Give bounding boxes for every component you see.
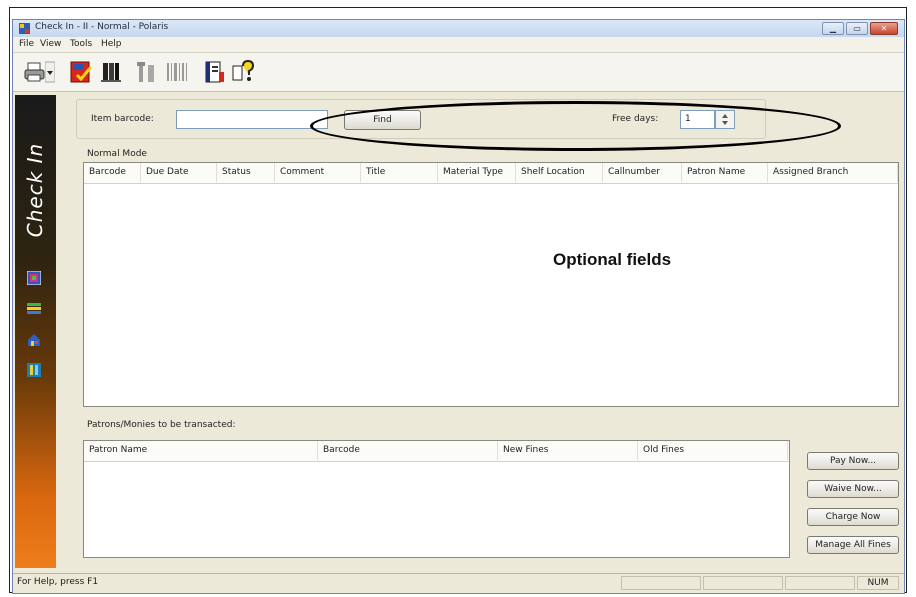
items-table-header: Barcode Due Date Status Comment Title Ma…: [84, 163, 898, 184]
patrons-table-header: Patron Name Barcode New Fines Old Fines: [84, 441, 789, 462]
bookshelf-icon[interactable]: [99, 60, 123, 84]
col-old-fines[interactable]: Old Fines: [638, 441, 788, 460]
free-days-input[interactable]: 1: [680, 110, 715, 129]
col-comment[interactable]: Comment: [275, 163, 361, 182]
minimize-icon: ▁: [829, 24, 837, 33]
optional-fields-annotation: Optional fields: [553, 250, 672, 269]
printer-dropdown-icon[interactable]: [45, 60, 55, 84]
patrons-table[interactable]: Patron Name Barcode New Fines Old Fines: [83, 440, 790, 558]
mode-label: Normal Mode: [87, 149, 147, 159]
waive-now-button[interactable]: Waive Now...: [807, 480, 899, 498]
maximize-button[interactable]: ▭: [846, 22, 868, 35]
col-assigned-branch[interactable]: Assigned Branch: [768, 163, 898, 182]
status-cell-empty-3: [785, 576, 855, 590]
polaris-app-icon: [19, 23, 30, 34]
mode-normal-icon[interactable]: [27, 271, 41, 285]
window-controls: ▁ ▭ ✕: [822, 22, 898, 35]
book-icon[interactable]: [203, 60, 227, 84]
mode-ill-icon[interactable]: [27, 363, 41, 377]
main-content: Item barcode: Find Free days: 1 Normal M…: [60, 95, 900, 568]
col-status[interactable]: Status: [217, 163, 275, 182]
col-patron-barcode[interactable]: Barcode: [318, 441, 498, 460]
col-new-fines[interactable]: New Fines: [498, 441, 638, 460]
minimize-button[interactable]: ▁: [822, 22, 844, 35]
pay-now-button[interactable]: Pay Now...: [807, 452, 899, 470]
tools-icon[interactable]: [135, 60, 159, 84]
col-callnumber[interactable]: Callnumber: [603, 163, 682, 182]
checkin-items-table[interactable]: Barcode Due Date Status Comment Title Ma…: [83, 162, 899, 407]
menu-bar: File View Tools Help: [13, 37, 904, 53]
mode-bulk-icon[interactable]: [27, 302, 41, 316]
status-bar: For Help, press F1 NUM: [13, 573, 904, 593]
barcode-icon[interactable]: [165, 60, 189, 84]
patrons-label: Patrons/Monies to be transacted:: [87, 420, 236, 430]
close-icon: ✕: [880, 24, 888, 33]
status-help-text: For Help, press F1: [17, 577, 99, 587]
col-shelf-location[interactable]: Shelf Location: [516, 163, 603, 182]
item-barcode-label: Item barcode:: [91, 114, 154, 124]
toolbar: [13, 53, 904, 92]
col-due-date[interactable]: Due Date: [141, 163, 217, 182]
maximize-icon: ▭: [853, 24, 861, 33]
spinner-arrows-icon: [722, 114, 728, 125]
free-days-spinner[interactable]: [715, 110, 735, 129]
checkin-sidebar: Check In: [15, 95, 56, 568]
menu-tools[interactable]: Tools: [70, 39, 92, 49]
menu-file[interactable]: File: [19, 39, 34, 49]
manage-all-fines-button[interactable]: Manage All Fines: [807, 536, 899, 554]
col-title[interactable]: Title: [361, 163, 438, 182]
charge-now-button[interactable]: Charge Now: [807, 508, 899, 526]
find-button[interactable]: Find: [344, 110, 421, 130]
help-icon[interactable]: [231, 60, 255, 84]
mode-inhouse-icon[interactable]: [27, 333, 41, 347]
printer-icon[interactable]: [23, 60, 47, 84]
status-cell-empty-2: [703, 576, 783, 590]
col-patron-name[interactable]: Patron Name: [682, 163, 768, 182]
status-cell-empty-1: [621, 576, 701, 590]
item-barcode-input[interactable]: [176, 110, 328, 129]
free-days-label: Free days:: [612, 114, 659, 124]
checkin-icon[interactable]: [69, 60, 93, 84]
status-num: NUM: [857, 576, 899, 590]
col-barcode[interactable]: Barcode: [84, 163, 141, 182]
menu-view[interactable]: View: [40, 39, 61, 49]
title-bar: Check In - II - Normal - Polaris ▁ ▭ ✕: [13, 20, 904, 38]
sidebar-title: Check In: [23, 142, 47, 238]
col-material-type[interactable]: Material Type: [438, 163, 516, 182]
close-button[interactable]: ✕: [870, 22, 898, 35]
window-title: Check In - II - Normal - Polaris: [35, 22, 169, 32]
checkin-window: Check In - II - Normal - Polaris ▁ ▭ ✕ F…: [12, 19, 905, 594]
col-patron-name[interactable]: Patron Name: [84, 441, 318, 460]
menu-help[interactable]: Help: [101, 39, 122, 49]
